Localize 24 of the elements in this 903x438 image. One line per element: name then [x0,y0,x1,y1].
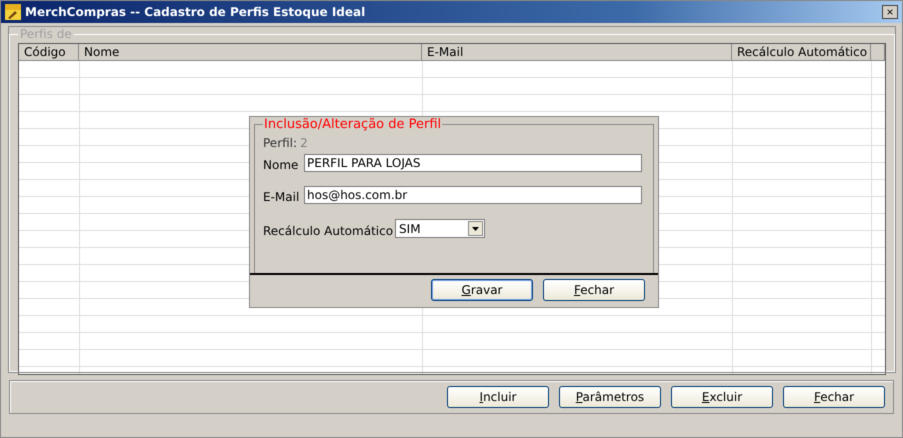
window-title: MerchCompras -- Cadastro de Perfis Estoque Ideal [25,5,366,19]
app-logo-icon [5,4,21,20]
input-field[interactable]: hos@hos.com.br [304,186,642,204]
field-label: Perfil: [263,136,298,150]
field-label: Recálculo Automático [263,224,394,238]
field-label: E-Mail [263,190,300,204]
caret-icon [468,221,484,236]
action-button[interactable]: Fechar [783,386,885,408]
column-header[interactable]: Recálculo Automático [732,44,871,61]
column-header[interactable]: Código [19,44,79,61]
header-filler [871,44,885,61]
input-field[interactable]: PERFIL PARA LOJAS [304,154,642,172]
action-button[interactable]: Excluir [671,386,773,408]
column-header[interactable]: E-Mail [422,44,732,61]
action-button[interactable]: Parâmetros [559,386,661,408]
column-header[interactable]: Nome [79,44,422,61]
close-button[interactable]: × [882,5,898,19]
dialog-button[interactable]: Fechar [543,279,645,301]
field-label: Nome [263,158,298,172]
dialog-button[interactable]: Gravar [431,279,533,301]
dropdown[interactable]: SIM [395,219,486,238]
profile-number: 2 [300,136,308,150]
action-button[interactable]: Incluir [447,386,549,408]
dialog-title: Inclusão/Alteração de Perfil [263,117,442,132]
